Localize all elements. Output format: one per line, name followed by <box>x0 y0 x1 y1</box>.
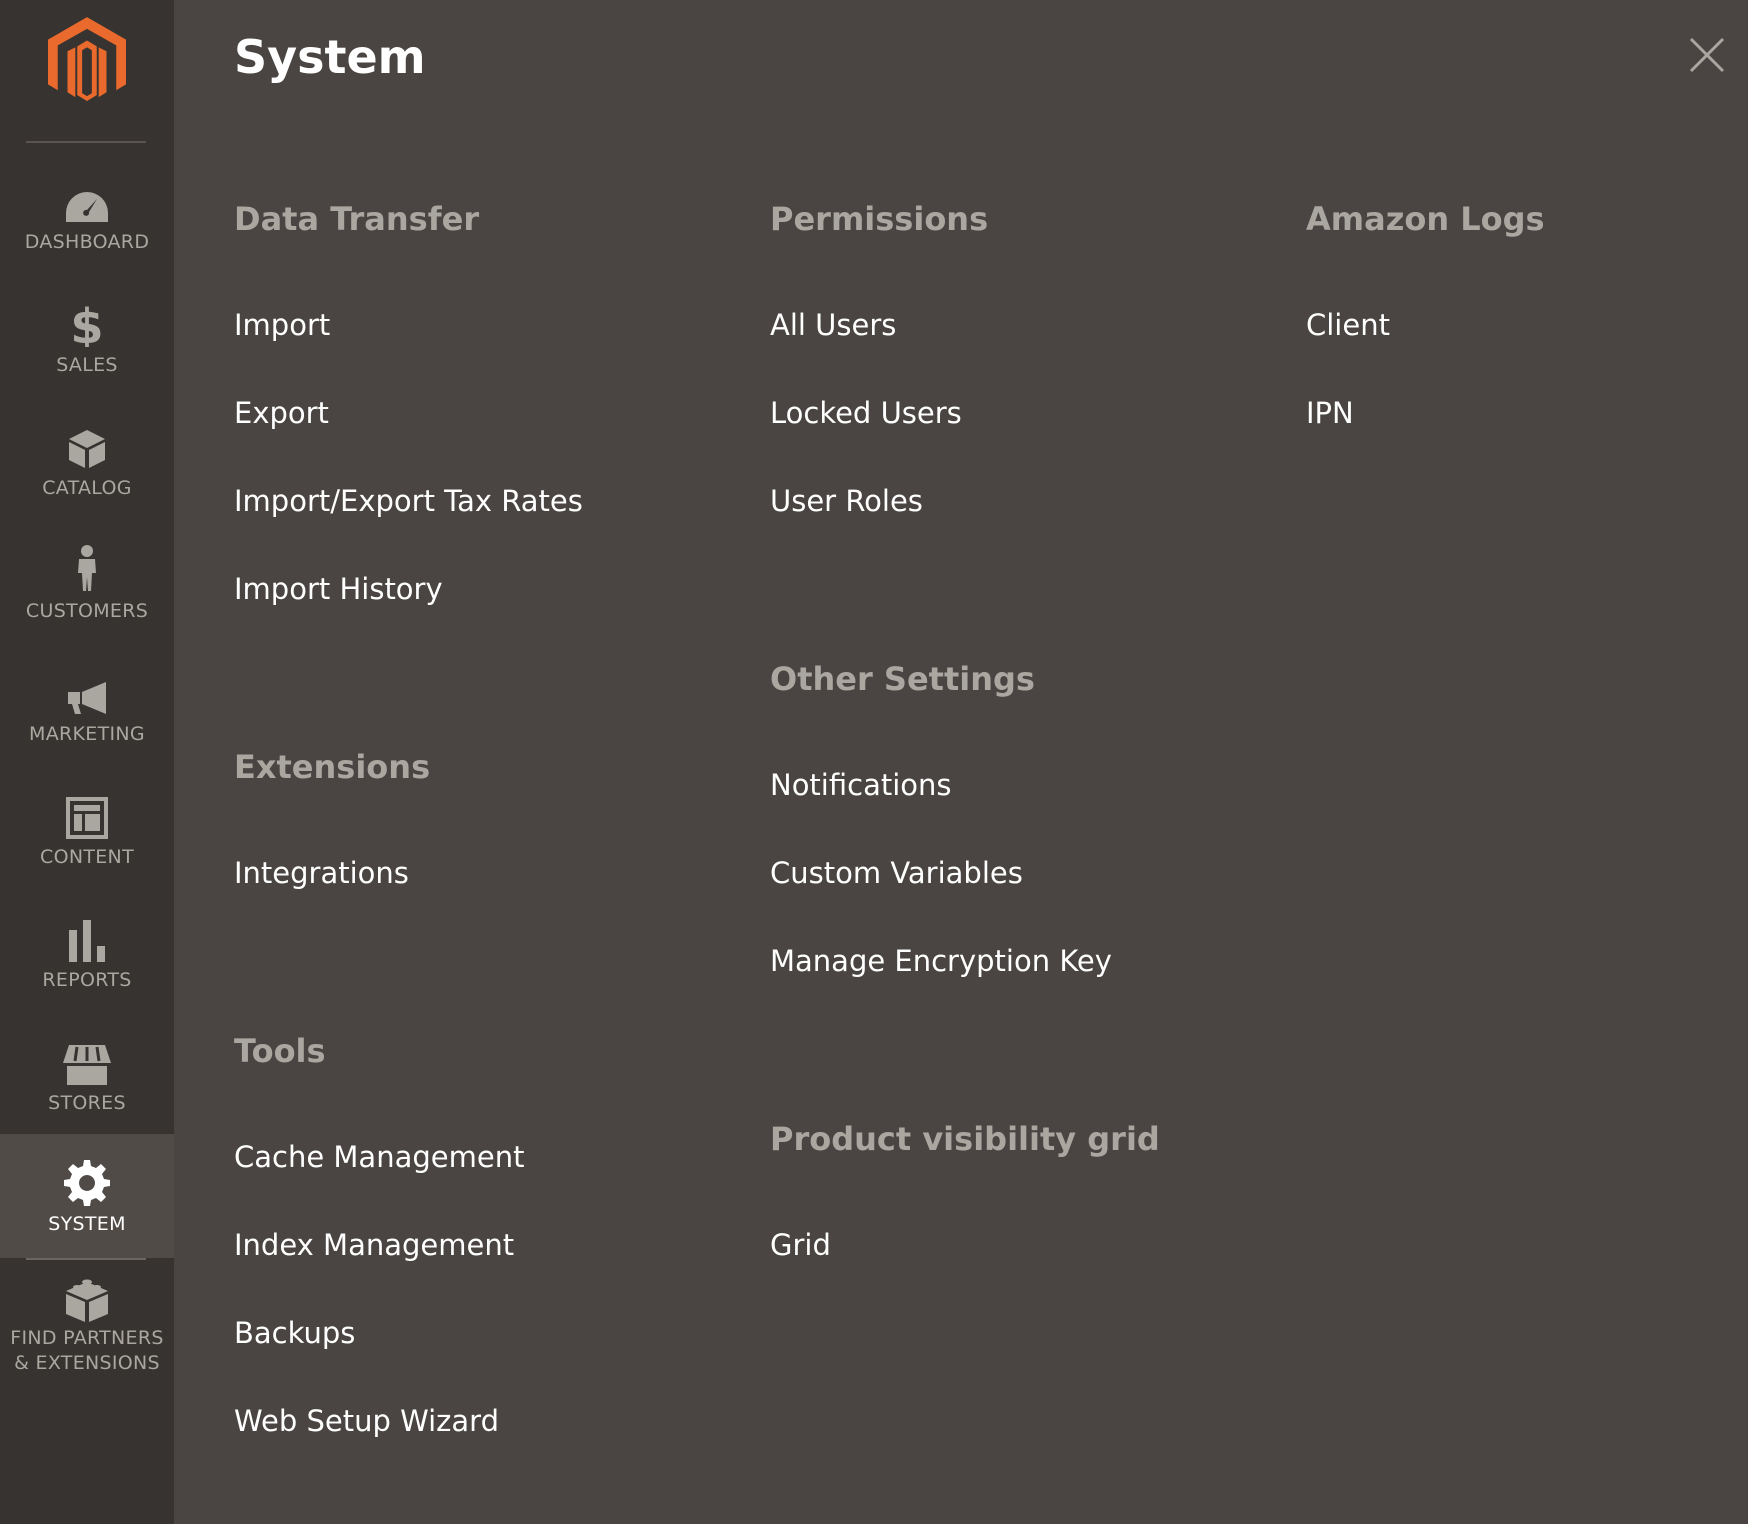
layout-icon <box>66 797 108 839</box>
sidebar-item-dashboard[interactable]: DASHBOARD <box>0 152 174 276</box>
link-notifications[interactable]: Notifications <box>770 768 952 802</box>
magento-logo[interactable] <box>0 0 174 142</box>
sidebar-item-content[interactable]: CONTENT <box>0 767 174 891</box>
person-icon <box>74 545 100 593</box>
link-cache-management[interactable]: Cache Management <box>234 1140 524 1174</box>
sidebar-item-sales[interactable]: $ SALES <box>0 275 174 399</box>
sidebar-divider <box>26 1258 146 1260</box>
link-export[interactable]: Export <box>234 396 329 430</box>
link-backups[interactable]: Backups <box>234 1316 355 1350</box>
admin-sidebar: DASHBOARD $ SALES CATALOG CUSTOMERS MARK… <box>0 0 174 1524</box>
section-title-tools: Tools <box>234 1032 326 1070</box>
sidebar-item-label: FIND PARTNERS <box>10 1327 164 1349</box>
sidebar-item-reports[interactable]: REPORTS <box>0 890 174 1014</box>
section-title-extensions: Extensions <box>234 748 431 786</box>
section-title-permissions: Permissions <box>770 200 989 238</box>
sidebar-item-system[interactable]: SYSTEM <box>0 1134 174 1258</box>
sidebar-item-stores[interactable]: STORES <box>0 1013 174 1137</box>
sidebar-item-label: CONTENT <box>40 846 134 868</box>
sidebar-item-catalog[interactable]: CATALOG <box>0 398 174 522</box>
close-button[interactable] <box>1688 36 1726 74</box>
section-title-product-visibility-grid: Product visibility grid <box>770 1120 1160 1158</box>
link-ipn[interactable]: IPN <box>1306 396 1354 430</box>
blocks-icon <box>64 1279 110 1322</box>
link-user-roles[interactable]: User Roles <box>770 484 923 518</box>
link-locked-users[interactable]: Locked Users <box>770 396 962 430</box>
link-index-management[interactable]: Index Management <box>234 1228 514 1262</box>
magento-logo-icon <box>48 17 126 101</box>
link-grid[interactable]: Grid <box>770 1228 831 1262</box>
sidebar-item-label: DASHBOARD <box>24 231 150 253</box>
dashboard-icon <box>64 182 110 224</box>
dollar-icon: $ <box>72 303 102 347</box>
sidebar-item-label: MARKETING <box>29 723 145 745</box>
box-icon <box>67 428 107 470</box>
link-import-export-tax-rates[interactable]: Import/Export Tax Rates <box>234 484 583 518</box>
link-web-setup-wizard[interactable]: Web Setup Wizard <box>234 1404 499 1438</box>
sidebar-item-label-line2: & EXTENSIONS <box>14 1352 160 1374</box>
link-all-users[interactable]: All Users <box>770 308 896 342</box>
link-integrations[interactable]: Integrations <box>234 856 409 890</box>
sidebar-item-label: CATALOG <box>42 477 132 499</box>
sidebar-item-find-partners[interactable]: FIND PARTNERS & EXTENSIONS <box>0 1262 174 1402</box>
sidebar-item-label: SYSTEM <box>48 1213 126 1235</box>
sidebar-item-label: STORES <box>48 1092 126 1114</box>
sidebar-item-customers[interactable]: CUSTOMERS <box>0 521 174 645</box>
sidebar-item-label: REPORTS <box>42 969 132 991</box>
storefront-icon <box>63 1043 111 1085</box>
close-icon <box>1689 37 1725 73</box>
sidebar-item-label: SALES <box>56 354 118 376</box>
section-title-data-transfer: Data Transfer <box>234 200 480 238</box>
svg-text:$: $ <box>72 303 102 347</box>
page-title: System <box>234 30 426 84</box>
sidebar-item-marketing[interactable]: MARKETING <box>0 644 174 768</box>
megaphone-icon <box>64 674 110 716</box>
section-title-other-settings: Other Settings <box>770 660 1035 698</box>
link-client[interactable]: Client <box>1306 308 1390 342</box>
link-import-history[interactable]: Import History <box>234 572 443 606</box>
sidebar-item-label: CUSTOMERS <box>25 600 149 622</box>
bar-chart-icon <box>67 920 107 962</box>
link-import[interactable]: Import <box>234 308 330 342</box>
link-custom-variables[interactable]: Custom Variables <box>770 856 1023 890</box>
section-title-amazon-logs: Amazon Logs <box>1306 200 1545 238</box>
link-manage-encryption-key[interactable]: Manage Encryption Key <box>770 944 1112 978</box>
gear-icon <box>64 1160 110 1206</box>
logo-divider <box>26 141 146 143</box>
